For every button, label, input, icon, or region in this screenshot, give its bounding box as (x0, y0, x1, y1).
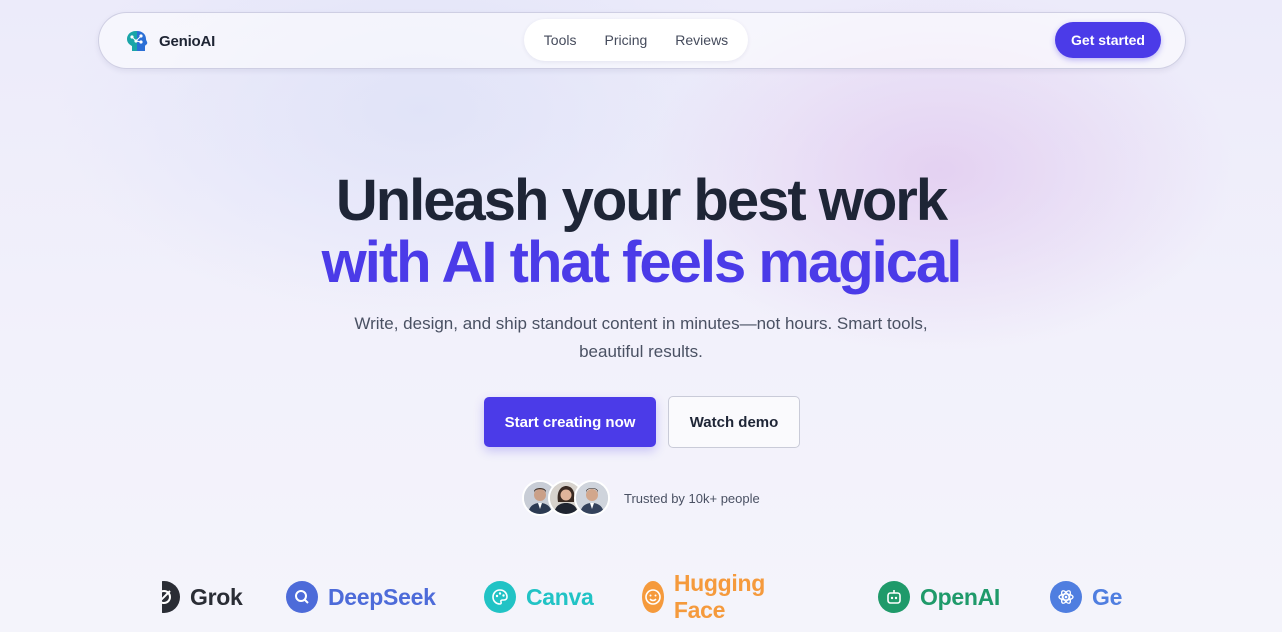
nav-link-pricing[interactable]: Pricing (604, 32, 647, 48)
logo-openai: OpenAI (878, 579, 1000, 615)
logo-name: Grok (190, 583, 243, 610)
search-icon (286, 581, 318, 613)
hero-subtitle: Write, design, and ship standout content… (354, 314, 928, 361)
smile-icon (642, 581, 664, 613)
avatar-group (522, 480, 610, 516)
logo-name: OpenAI (920, 583, 1000, 610)
brand-logo[interactable]: GenioAI (123, 27, 215, 55)
avatar (574, 480, 610, 516)
robot-icon (878, 581, 910, 613)
logo-name: Hugging Face (673, 573, 765, 621)
logo-deepseek: DeepSeek (286, 579, 436, 615)
hero-title-line2: with AI that feels magical (321, 230, 963, 295)
logo-name: DeepSeek (328, 583, 436, 610)
hero-title-line1: Unleash your best work (335, 168, 948, 233)
nav-links: Tools Pricing Reviews (524, 19, 748, 61)
grok-icon (162, 581, 180, 613)
logo-canva: Canva (484, 579, 594, 615)
partner-logo-strip: Grok DeepSeek Canva Hugging Face OpenAI (162, 573, 1122, 621)
hero-title: Unleash your best work with AI that feel… (0, 170, 1282, 294)
logo-grok: Grok (162, 579, 243, 615)
trust-text: Trusted by 10k+ people (624, 490, 760, 506)
start-creating-button[interactable]: Start creating now (484, 397, 656, 447)
logo-hugging-face: Hugging Face (642, 573, 775, 621)
nav-link-reviews[interactable]: Reviews (675, 32, 728, 48)
top-navbar: GenioAI Tools Pricing Reviews Get starte… (98, 12, 1186, 69)
nav-link-tools[interactable]: Tools (544, 32, 577, 48)
brain-icon (127, 31, 148, 51)
trust-block: Trusted by 10k+ people (522, 479, 760, 517)
atom-icon (1050, 581, 1082, 613)
watch-demo-button[interactable]: Watch demo (668, 396, 800, 448)
logo-name: Ge (1092, 583, 1122, 610)
logo-ge: Ge (1050, 579, 1122, 615)
brand-name: GenioAI (159, 32, 216, 50)
get-started-button[interactable]: Get started (1055, 22, 1161, 58)
logo-name: Canva (526, 583, 594, 610)
palette-icon (484, 581, 516, 613)
